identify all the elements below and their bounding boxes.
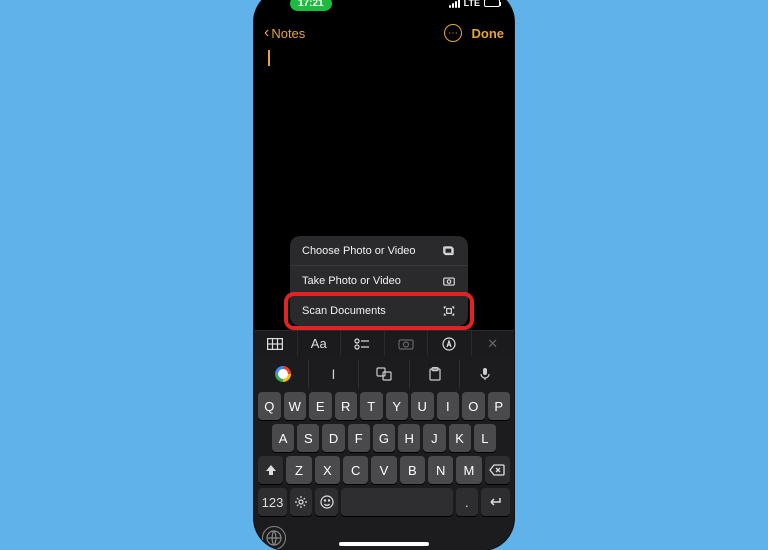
nav-bar: ‹ Notes ⋯ Done bbox=[254, 20, 514, 46]
key-y[interactable]: Y bbox=[386, 392, 409, 420]
google-icon bbox=[275, 366, 291, 382]
clipboard-button[interactable] bbox=[410, 360, 461, 388]
suggestion-1[interactable]: I bbox=[309, 360, 360, 388]
key-row-3: ZXCVBNM bbox=[258, 456, 510, 484]
mic-button[interactable] bbox=[460, 360, 510, 388]
shift-icon bbox=[265, 464, 277, 476]
key-f[interactable]: F bbox=[348, 424, 370, 452]
more-button[interactable]: ⋯ bbox=[444, 24, 462, 42]
key-row-2: ASDFGHJKL bbox=[258, 424, 510, 452]
menu-choose-label: Choose Photo or Video bbox=[302, 245, 416, 257]
space-key[interactable] bbox=[341, 488, 453, 516]
key-j[interactable]: J bbox=[423, 424, 445, 452]
key-c[interactable]: C bbox=[343, 456, 368, 484]
keyboard: I QWERTYUIOP ASDFGHJKL ZXCVBNM 123 bbox=[254, 356, 514, 550]
shift-key[interactable] bbox=[258, 456, 283, 484]
return-icon bbox=[487, 496, 503, 508]
menu-take-photo[interactable]: Take Photo or Video bbox=[290, 266, 468, 296]
scan-icon bbox=[442, 304, 456, 318]
key-x[interactable]: X bbox=[315, 456, 340, 484]
key-row-1: QWERTYUIOP bbox=[258, 392, 510, 420]
clipboard-icon bbox=[429, 367, 441, 381]
camera-small-icon bbox=[398, 338, 414, 350]
mic-icon bbox=[480, 367, 490, 381]
key-o[interactable]: O bbox=[462, 392, 485, 420]
format-button[interactable]: Aa bbox=[298, 331, 342, 356]
camera-toolbar-button[interactable] bbox=[385, 331, 429, 356]
carrier-label: LTE bbox=[464, 0, 480, 8]
menu-scan-documents[interactable]: Scan Documents bbox=[290, 296, 468, 326]
settings-key[interactable] bbox=[290, 488, 312, 516]
table-button[interactable] bbox=[254, 331, 298, 356]
menu-scan-label: Scan Documents bbox=[302, 305, 386, 317]
key-r[interactable]: R bbox=[335, 392, 358, 420]
back-label: Notes bbox=[271, 26, 305, 41]
globe-key[interactable] bbox=[262, 526, 286, 550]
key-n[interactable]: N bbox=[428, 456, 453, 484]
menu-choose-photo[interactable]: Choose Photo or Video bbox=[290, 236, 468, 266]
key-w[interactable]: W bbox=[284, 392, 307, 420]
key-z[interactable]: Z bbox=[286, 456, 311, 484]
chevron-left-icon: ‹ bbox=[264, 25, 269, 41]
emoji-icon bbox=[320, 495, 334, 509]
numbers-key[interactable]: 123 bbox=[258, 488, 287, 516]
key-d[interactable]: D bbox=[322, 424, 344, 452]
key-u[interactable]: U bbox=[411, 392, 434, 420]
backspace-icon bbox=[489, 464, 505, 476]
camera-icon bbox=[442, 274, 456, 288]
key-q[interactable]: Q bbox=[258, 392, 281, 420]
markup-button[interactable] bbox=[428, 331, 472, 356]
suggestion-bar: I bbox=[258, 360, 510, 388]
note-editor[interactable] bbox=[254, 46, 514, 214]
checklist-icon bbox=[354, 338, 370, 350]
back-button[interactable]: ‹ Notes bbox=[264, 25, 305, 41]
photo-library-icon bbox=[442, 244, 456, 258]
emoji-key[interactable] bbox=[315, 488, 337, 516]
key-b[interactable]: B bbox=[400, 456, 425, 484]
key-h[interactable]: H bbox=[398, 424, 420, 452]
table-icon bbox=[267, 338, 283, 350]
iphone-frame: 17:21 LTE ‹ Notes ⋯ Done Choose Photo or… bbox=[254, 0, 514, 550]
format-label: Aa bbox=[311, 336, 327, 351]
camera-menu: Choose Photo or Video Take Photo or Vide… bbox=[290, 236, 468, 326]
period-key[interactable]: . bbox=[456, 488, 478, 516]
status-right: LTE bbox=[449, 0, 500, 8]
key-s[interactable]: S bbox=[297, 424, 319, 452]
key-v[interactable]: V bbox=[371, 456, 396, 484]
ellipsis-icon: ⋯ bbox=[448, 28, 457, 39]
signal-icon bbox=[449, 0, 460, 8]
key-e[interactable]: E bbox=[309, 392, 332, 420]
google-search-button[interactable] bbox=[258, 360, 309, 388]
checklist-button[interactable] bbox=[341, 331, 385, 356]
status-time-pill[interactable]: 17:21 bbox=[290, 0, 332, 11]
key-i[interactable]: I bbox=[437, 392, 460, 420]
key-t[interactable]: T bbox=[360, 392, 383, 420]
key-a[interactable]: A bbox=[272, 424, 294, 452]
notes-toolbar: Aa ✕ bbox=[254, 330, 514, 356]
backspace-key[interactable] bbox=[485, 456, 510, 484]
translate-button[interactable] bbox=[359, 360, 410, 388]
return-key[interactable] bbox=[481, 488, 510, 516]
key-l[interactable]: L bbox=[474, 424, 496, 452]
done-button[interactable]: Done bbox=[472, 26, 505, 41]
text-cursor bbox=[268, 50, 270, 66]
close-toolbar-button[interactable]: ✕ bbox=[472, 331, 515, 356]
key-g[interactable]: G bbox=[373, 424, 395, 452]
key-row-bottom: 123 . bbox=[258, 488, 510, 516]
translate-icon bbox=[376, 367, 392, 381]
key-m[interactable]: M bbox=[456, 456, 481, 484]
key-p[interactable]: P bbox=[488, 392, 511, 420]
globe-icon bbox=[266, 530, 282, 546]
close-icon: ✕ bbox=[487, 336, 498, 352]
status-bar: 17:21 LTE bbox=[254, 0, 514, 20]
gear-icon bbox=[294, 495, 308, 509]
home-indicator[interactable] bbox=[339, 542, 429, 546]
key-k[interactable]: K bbox=[449, 424, 471, 452]
battery-icon bbox=[484, 0, 500, 7]
menu-take-label: Take Photo or Video bbox=[302, 275, 401, 287]
markup-icon bbox=[442, 337, 456, 351]
